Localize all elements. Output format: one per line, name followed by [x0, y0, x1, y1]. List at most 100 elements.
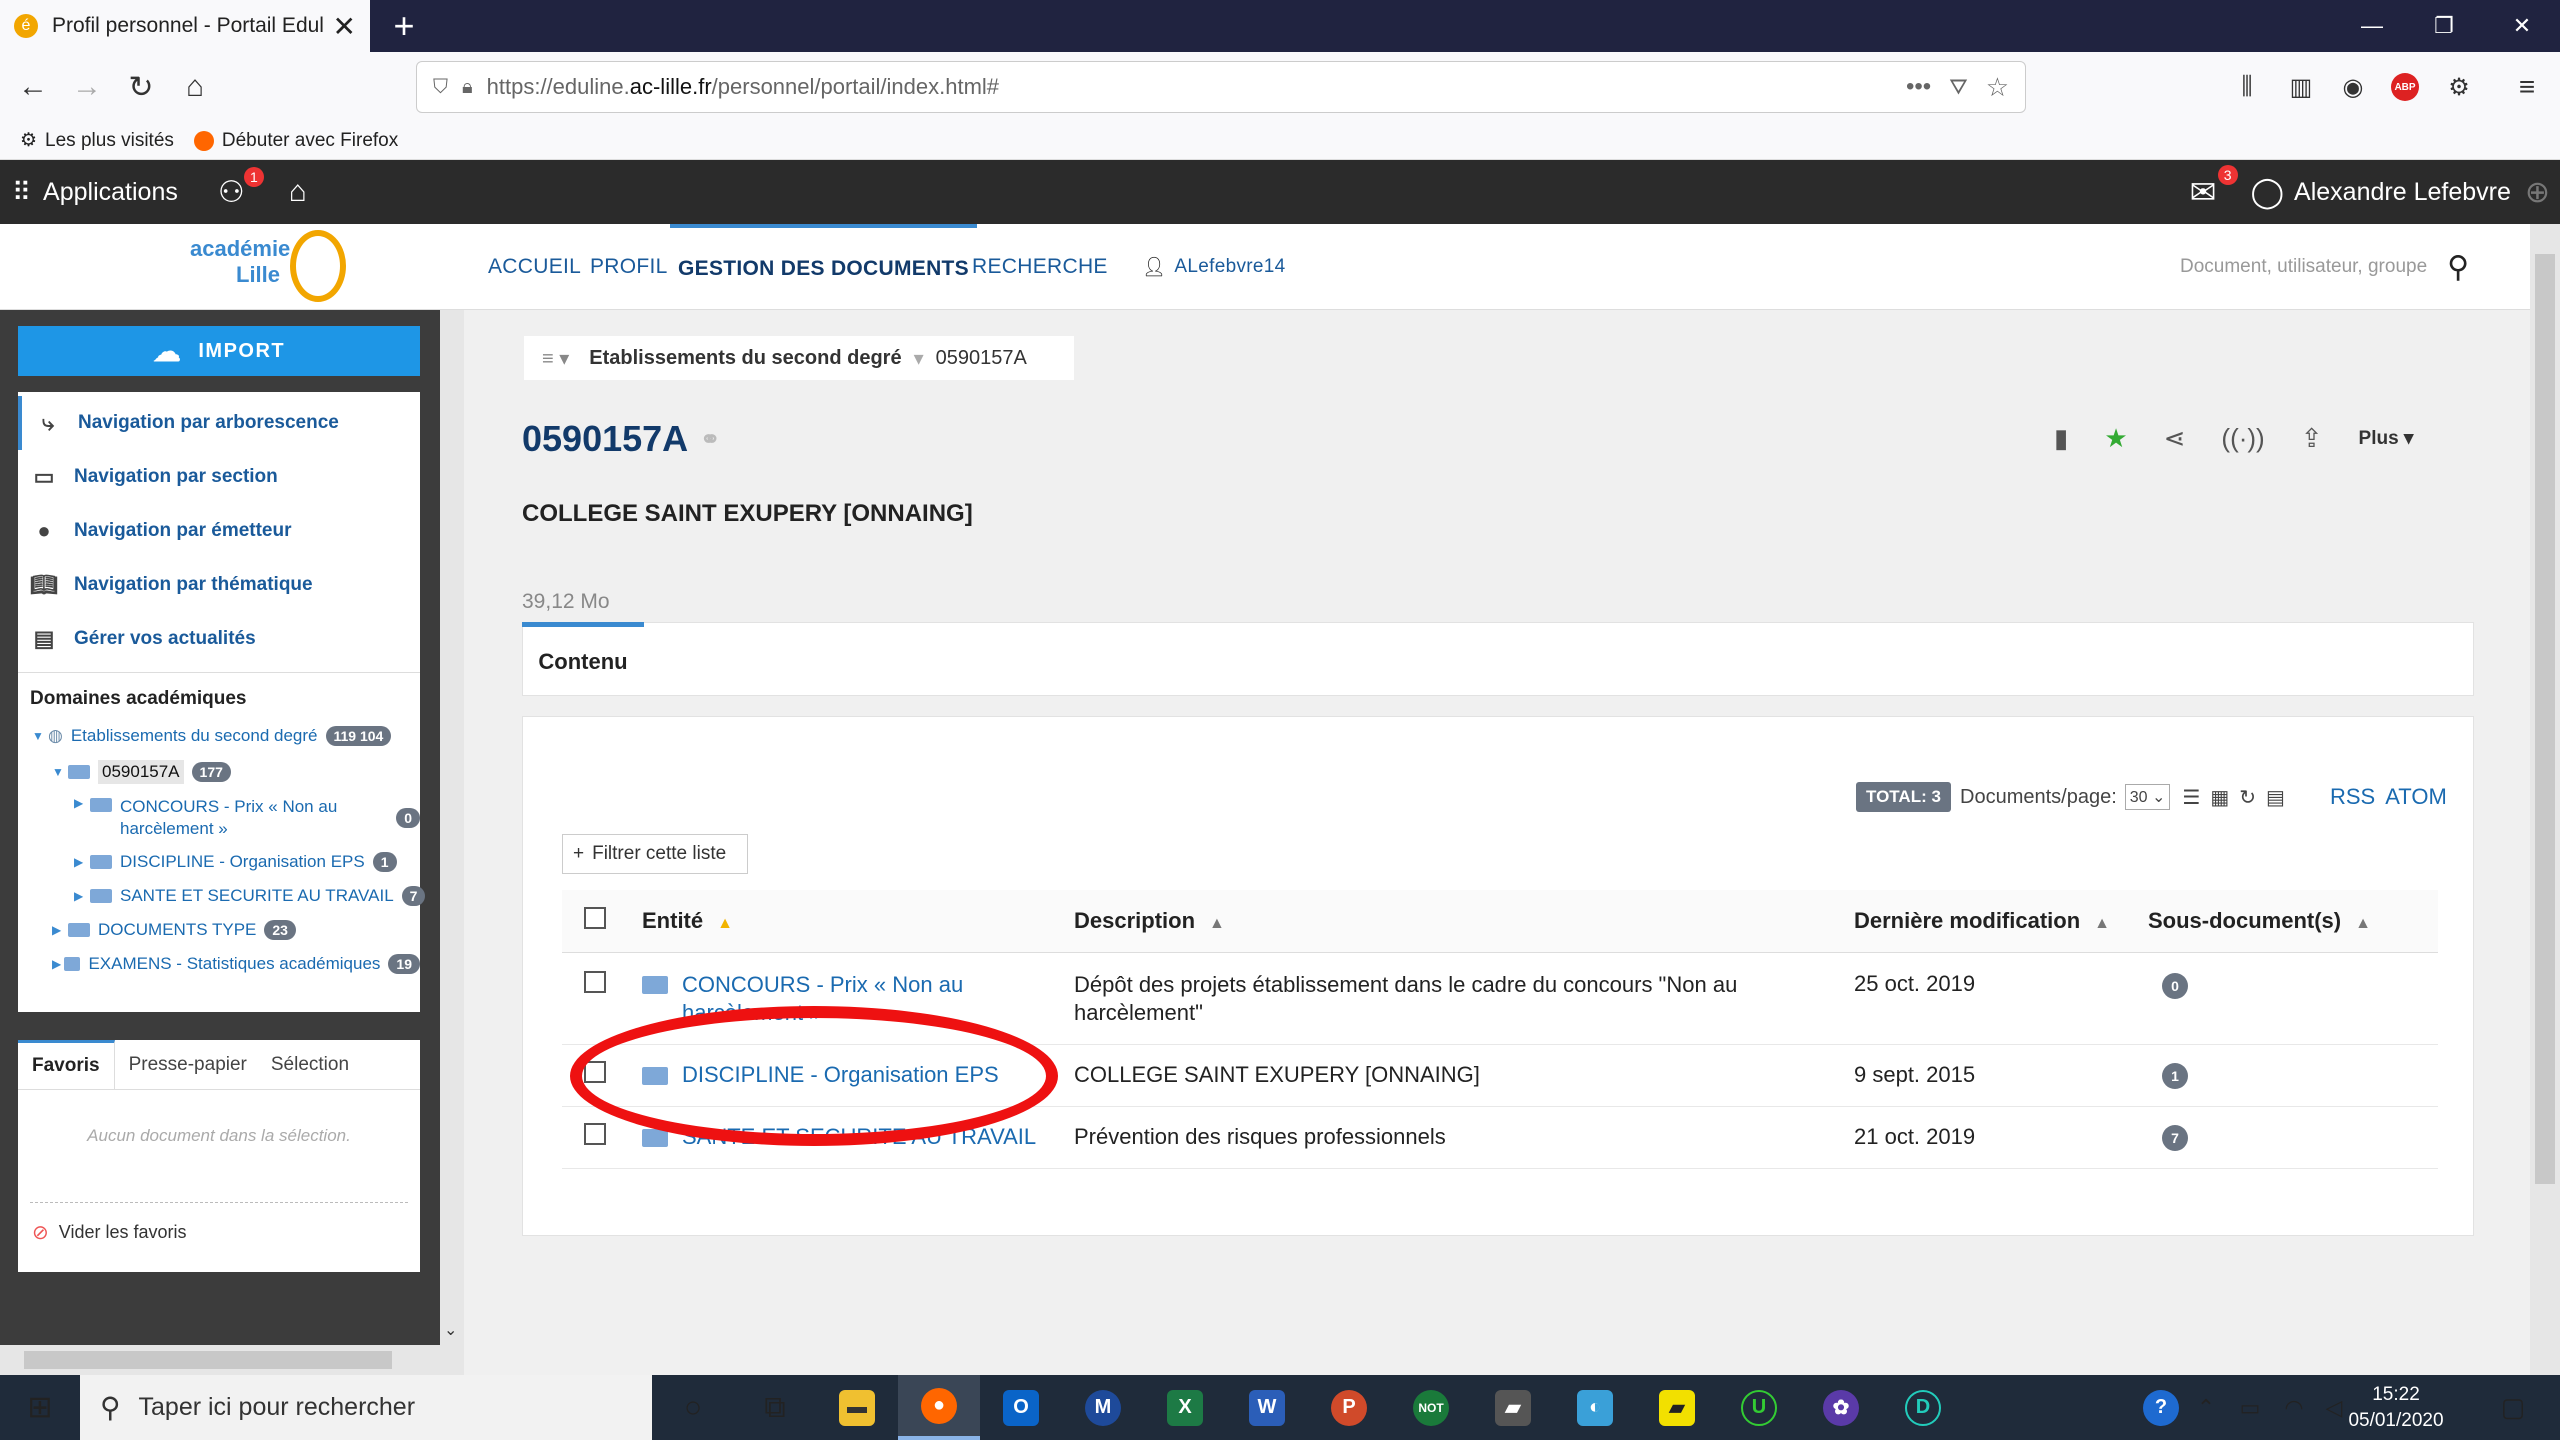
tree-child-sante[interactable]: ▶ SANTE ET SECURITE AU TRAVAIL 7 [74, 886, 426, 906]
home-icon[interactable]: ⌂ [168, 52, 222, 122]
link-icon[interactable]: ⚭ [700, 425, 720, 454]
sort-asc-icon[interactable]: ▲ [717, 915, 733, 932]
breadcrumb-caret-icon[interactable]: ▾ [914, 346, 924, 371]
pocket-icon[interactable]: ⛛ [1949, 74, 1967, 100]
clear-favorites-link[interactable]: ⊘ Vider les favoris [32, 1220, 187, 1245]
excel-icon[interactable]: X [1144, 1375, 1226, 1440]
modules-icon[interactable]: ⚇ 1 [218, 166, 264, 210]
nav-username[interactable]: ALefebvre14 [1174, 256, 1285, 278]
caret-right-icon[interactable]: ▶ [52, 923, 68, 937]
nav-section-link[interactable]: ▭ Navigation par section [18, 450, 278, 504]
breadcrumb-menu-icon[interactable]: ≡ ▾ [542, 346, 569, 371]
book-action-icon[interactable]: ▮ [2054, 423, 2068, 454]
col-subdocs[interactable]: Sous-document(s) ▲ [2148, 890, 2438, 953]
grid-view-icon[interactable]: ▦ [2210, 785, 2229, 810]
more-menu[interactable]: Plus ▾ [2359, 427, 2414, 450]
adblock-icon[interactable]: ABP [2378, 52, 2432, 122]
calendar-icon[interactable]: ▤ [2266, 785, 2285, 810]
browser-tab[interactable]: é Profil personnel - Portail Edulin ✕ [0, 0, 370, 52]
per-page-select[interactable]: 30 ⌄ [2124, 784, 2171, 810]
applications-menu[interactable]: Applications [43, 178, 178, 207]
user-name[interactable]: Alexandre Lefebvre [2294, 178, 2511, 207]
cortana-icon[interactable]: ○ [652, 1375, 734, 1440]
nav-gestion-documents[interactable]: GESTION DES DOCUMENTS [670, 224, 977, 310]
extension-icon[interactable]: ⚙ [2432, 52, 2486, 122]
library-icon[interactable]: ⫼ [2220, 52, 2274, 122]
row-checkbox[interactable] [584, 1123, 606, 1145]
atom-link[interactable]: ATOM [2385, 784, 2447, 810]
select-all-checkbox[interactable] [584, 906, 606, 929]
task-view-icon[interactable]: ⧉ [734, 1375, 816, 1440]
apps-grid-icon[interactable]: ⠿ [12, 177, 31, 208]
account-icon[interactable]: ◉ [2326, 52, 2380, 122]
m-app-icon[interactable]: M [1062, 1375, 1144, 1440]
notifications-icon[interactable]: ▢ [2468, 1375, 2558, 1440]
windows-start-icon[interactable]: ⊞ [0, 1375, 80, 1440]
nav-emitter-link[interactable]: ● Navigation par émetteur [18, 504, 291, 558]
firefox-taskbar-icon[interactable]: ● [898, 1375, 980, 1440]
caret-down-icon[interactable]: ▼ [32, 729, 48, 743]
left-horizontal-scrollbar[interactable] [0, 1345, 440, 1375]
nav-profil[interactable]: PROFIL [590, 224, 668, 310]
mail-icon[interactable]: ✉ 3 [2190, 165, 2238, 211]
tree-node-selected[interactable]: ▼ 0590157A 177 [52, 760, 231, 784]
sidebar-icon[interactable]: ▥ [2274, 52, 2328, 122]
breadcrumb-item-root[interactable]: Etablissements du second degré [589, 347, 901, 370]
outlook-icon[interactable]: O [980, 1375, 1062, 1440]
wifi-icon[interactable]: ◠ [2272, 1375, 2316, 1440]
not-app-icon[interactable]: NOT [1390, 1375, 1472, 1440]
tree-child-discipline[interactable]: ▶ DISCIPLINE - Organisation EPS 1 [74, 852, 397, 872]
caret-right-icon[interactable]: ▶ [74, 889, 90, 903]
device-icon[interactable]: ▰ [1472, 1375, 1554, 1440]
list-view-icon[interactable]: ☰ [2182, 785, 2200, 810]
global-search[interactable]: Document, utilisateur, groupe ⚲ [2180, 224, 2469, 310]
teal-app-icon[interactable]: D [1882, 1375, 1964, 1440]
new-tab-icon[interactable]: + [384, 0, 424, 52]
tab-contenu[interactable]: Contenu [522, 622, 644, 696]
bookmark-most-visited[interactable]: Les plus visités [45, 130, 174, 152]
purple-app-icon[interactable]: ✿ [1800, 1375, 1882, 1440]
tree-root[interactable]: ▼ ◍ Etablissements du second degré 119 1… [32, 726, 392, 746]
tab-favoris[interactable]: Favoris [18, 1039, 115, 1090]
sort-icon[interactable]: ▲ [1209, 915, 1225, 932]
nav-theme-link[interactable]: 📖︎ Navigation par thématique [18, 558, 313, 612]
photo-app-icon[interactable]: ◐ [1554, 1375, 1636, 1440]
upload-icon[interactable]: ⇪ [2301, 423, 2323, 454]
caret-right-icon[interactable]: ▶ [74, 855, 90, 869]
tree-sibling-documents-type[interactable]: ▶ DOCUMENTS TYPE 23 [52, 920, 296, 940]
sticky-notes-icon[interactable]: ▰ [1636, 1375, 1718, 1440]
powerpoint-icon[interactable]: P [1308, 1375, 1390, 1440]
globe-icon[interactable]: ⊕ [2525, 175, 2550, 210]
back-icon[interactable]: ← [6, 52, 60, 122]
close-window-icon[interactable]: ✕ [2486, 0, 2558, 52]
portal-home-icon[interactable]: ⌂ [289, 175, 307, 209]
reload-icon[interactable]: ↻ [114, 52, 168, 122]
forward-icon[interactable]: → [60, 52, 114, 122]
tray-chevron-icon[interactable]: ⌃ [2184, 1375, 2228, 1440]
sort-icon[interactable]: ▲ [2355, 915, 2371, 932]
nav-news-link[interactable]: ▤ Gérer vos actualités [18, 612, 256, 666]
caret-down-icon[interactable]: ▼ [52, 765, 68, 779]
refresh-icon[interactable]: ↻ [2239, 785, 2256, 810]
tree-child-concours[interactable]: ▶ CONCOURS - Prix « Non au harcèlement »… [74, 796, 420, 840]
share-icon[interactable]: ⋖ [2164, 423, 2186, 454]
taskbar-search[interactable]: ⚲ Taper ici pour rechercher [80, 1375, 652, 1440]
search-input[interactable]: Document, utilisateur, groupe [2180, 256, 2427, 278]
caret-right-icon[interactable]: ▶ [74, 796, 90, 810]
search-icon[interactable]: ⚲ [2447, 250, 2469, 285]
filter-list-button[interactable]: + Filtrer cette liste [562, 834, 748, 874]
import-button[interactable]: ☁ IMPORT [18, 326, 420, 376]
page-scrollbar[interactable] [2530, 224, 2560, 1375]
favorite-star-icon[interactable]: ★ [2104, 423, 2127, 454]
subscribe-icon[interactable]: ((·)) [2221, 423, 2264, 454]
nav-recherche[interactable]: RECHERCHE [972, 224, 1108, 310]
menu-icon[interactable]: ≡ [2500, 52, 2554, 122]
bookmark-star-icon[interactable]: ☆ [1986, 72, 2009, 103]
taskbar-clock[interactable]: 15:22 05/01/2020 [2336, 1375, 2456, 1440]
col-entity[interactable]: Entité ▲ [642, 890, 1074, 953]
word-icon[interactable]: W [1226, 1375, 1308, 1440]
tab-presse-papier[interactable]: Presse-papier [115, 1054, 261, 1076]
nav-accueil[interactable]: ACCUEIL [488, 224, 581, 310]
restore-icon[interactable]: ❐ [2408, 0, 2480, 52]
close-tab-icon[interactable]: ✕ [333, 10, 356, 43]
